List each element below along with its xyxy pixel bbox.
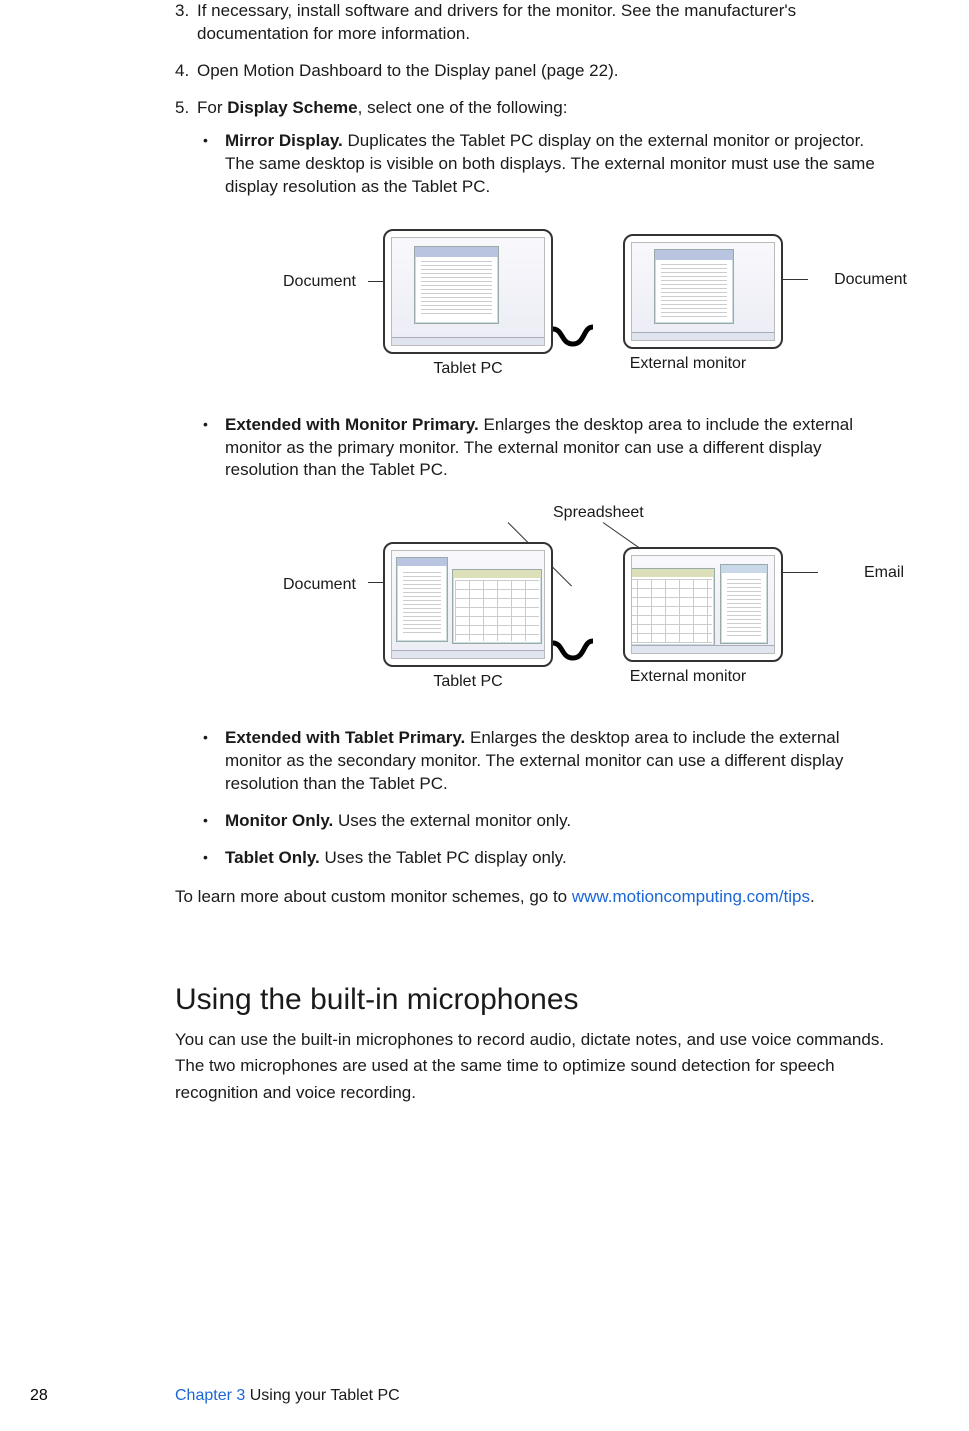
- figure-mirror-display: Document Document Tablet: [243, 219, 889, 394]
- option-title: Extended with Monitor Primary.: [225, 415, 479, 434]
- section-heading-microphones: Using the built-in microphones: [175, 980, 889, 1021]
- cable-icon: [553, 319, 593, 349]
- step-num: 3.: [175, 0, 197, 46]
- external-monitor-icon: [623, 547, 783, 662]
- figure-label-document-right: Document: [834, 269, 907, 291]
- step-num: 4.: [175, 60, 197, 83]
- learn-prefix: To learn more about custom monitor schem…: [175, 887, 572, 906]
- external-monitor-diagram: External monitor: [593, 234, 783, 375]
- option-title: Extended with Tablet Primary.: [225, 728, 465, 747]
- caption-tablet: Tablet PC: [433, 358, 502, 380]
- option-monitor-only: • Monitor Only. Uses the external monito…: [203, 810, 889, 833]
- page-footer: 28 Chapter 3 Using your Tablet PC: [30, 1385, 889, 1407]
- bullet-icon: •: [203, 130, 225, 199]
- tablet-monitor-icon: [383, 229, 553, 354]
- option-desc: Uses the external monitor only.: [333, 811, 571, 830]
- caption-tablet: Tablet PC: [433, 671, 502, 693]
- figure-label-spreadsheet: Spreadsheet: [553, 502, 644, 524]
- caption-external: External monitor: [630, 353, 747, 375]
- option-desc: Uses the Tablet PC display only.: [320, 848, 567, 867]
- learn-suffix: .: [810, 887, 815, 906]
- option-ext-tablet-primary: • Extended with Tablet Primary. Enlarges…: [203, 727, 889, 796]
- figure-label-email: Email: [864, 562, 904, 584]
- tablet-pc-diagram: Tablet PC: [383, 542, 553, 693]
- step-5: 5. For Display Scheme, select one of the…: [175, 97, 889, 120]
- figure-label-document: Document: [283, 574, 356, 596]
- step-text: For Display Scheme, select one of the fo…: [197, 97, 889, 120]
- option-title: Tablet Only.: [225, 848, 320, 867]
- text-suffix: , select one of the following:: [358, 98, 568, 117]
- chapter-link[interactable]: Chapter 3: [175, 1387, 245, 1404]
- option-ext-monitor-primary: • Extended with Monitor Primary. Enlarge…: [203, 414, 889, 483]
- page-content: 3. If necessary, install software and dr…: [0, 0, 969, 1106]
- option-title: Monitor Only.: [225, 811, 333, 830]
- scheme-options: • Mirror Display. Duplicates the Tablet …: [203, 130, 889, 870]
- option-tablet-only: • Tablet Only. Uses the Tablet PC displa…: [203, 847, 889, 870]
- option-text: Monitor Only. Uses the external monitor …: [225, 810, 889, 833]
- step-text: If necessary, install software and drive…: [197, 0, 889, 46]
- page-number: 28: [30, 1385, 175, 1407]
- figure-label-document-left: Document: [283, 271, 356, 293]
- tablet-monitor-icon: [383, 542, 553, 667]
- display-scheme-label: Display Scheme: [227, 98, 357, 117]
- bullet-icon: •: [203, 810, 225, 833]
- caption-external: External monitor: [630, 666, 747, 688]
- step-text: Open Motion Dashboard to the Display pan…: [197, 60, 889, 83]
- option-title: Mirror Display.: [225, 131, 343, 150]
- option-text: Tablet Only. Uses the Tablet PC display …: [225, 847, 889, 870]
- tips-link[interactable]: www.motioncomputing.com/tips: [572, 887, 810, 906]
- step-3: 3. If necessary, install software and dr…: [175, 0, 889, 46]
- step-4: 4. Open Motion Dashboard to the Display …: [175, 60, 889, 83]
- option-text: Mirror Display. Duplicates the Tablet PC…: [225, 130, 889, 199]
- step-num: 5.: [175, 97, 197, 120]
- bullet-icon: •: [203, 847, 225, 870]
- bullet-icon: •: [203, 414, 225, 483]
- microphones-body: You can use the built-in microphones to …: [175, 1027, 889, 1106]
- external-monitor-diagram: External monitor: [593, 547, 783, 688]
- tablet-pc-diagram: Tablet PC: [383, 229, 553, 380]
- option-text: Extended with Tablet Primary. Enlarges t…: [225, 727, 889, 796]
- figure-extended-monitor: Spreadsheet Document Email: [243, 502, 889, 707]
- external-monitor-icon: [623, 234, 783, 349]
- bullet-icon: •: [203, 727, 225, 796]
- cable-icon: [553, 633, 593, 663]
- option-text: Extended with Monitor Primary. Enlarges …: [225, 414, 889, 483]
- text-prefix: For: [197, 98, 227, 117]
- option-mirror: • Mirror Display. Duplicates the Tablet …: [203, 130, 889, 199]
- learn-more-paragraph: To learn more about custom monitor schem…: [175, 884, 889, 910]
- chapter-title: Using your Tablet PC: [245, 1387, 399, 1404]
